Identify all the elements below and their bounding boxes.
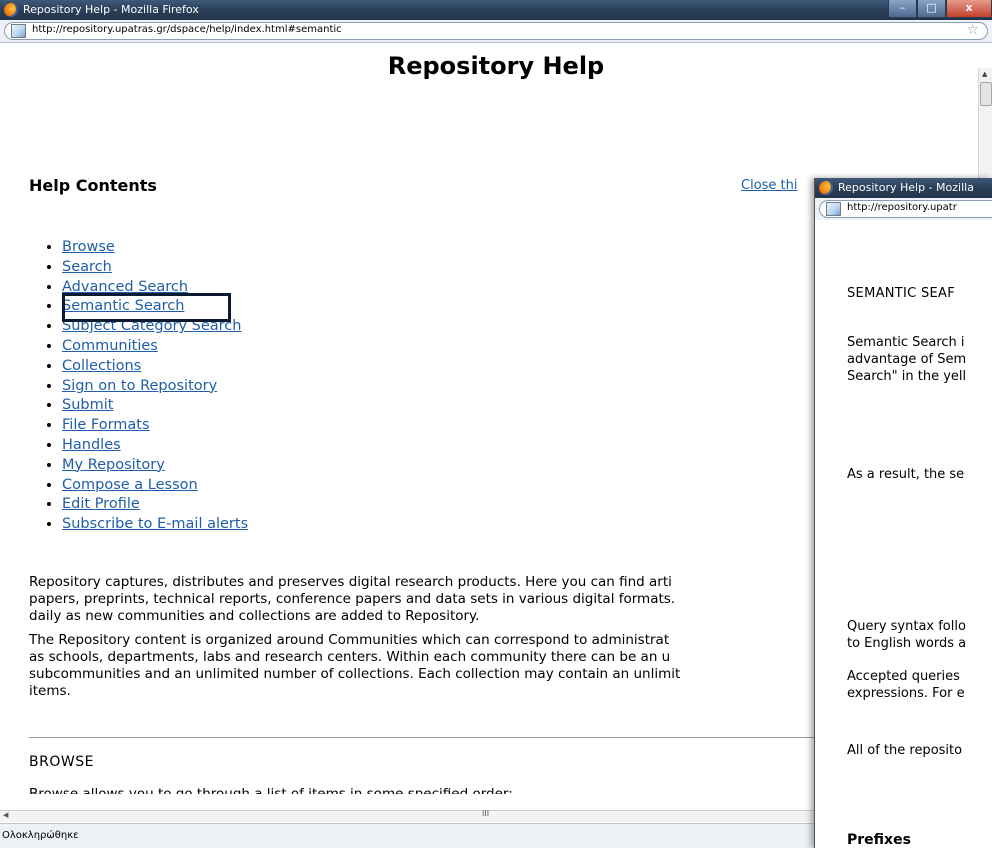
toc-link-edit-profile[interactable]: Edit Profile: [62, 496, 140, 512]
toc-link-submit[interactable]: Submit: [62, 397, 113, 413]
page-title: Repository Help: [387, 52, 605, 80]
close-button[interactable]: x: [946, 0, 992, 18]
semantic-text-line: Search" in the yell: [847, 369, 967, 384]
minimize-button[interactable]: –: [888, 0, 917, 18]
browse-heading: BROWSE: [29, 754, 94, 770]
semantic-search-heading: SEMANTIC SEAF: [847, 286, 956, 301]
scroll-grip-icon[interactable]: III: [482, 809, 489, 818]
toc-item: Submit: [62, 396, 248, 416]
toc-link-search[interactable]: Search: [62, 259, 112, 275]
toc-link-communities[interactable]: Communities: [62, 338, 158, 354]
toc-item: File Formats: [62, 416, 248, 436]
intro-paragraph: Repository captures, distributes and pre…: [29, 574, 676, 624]
toc-item: Browse: [62, 238, 248, 258]
toc-link-my-repository[interactable]: My Repository: [62, 457, 165, 473]
prefixes-heading: Prefixes: [847, 832, 911, 848]
toc-link-browse[interactable]: Browse: [62, 239, 115, 255]
address-bar: http://repository.upatras.gr/dspace/help…: [0, 20, 992, 43]
toc-item: Sign on to Repository: [62, 377, 248, 397]
semantic-text-line: All of the reposito: [847, 743, 963, 758]
organization-paragraph: The Repository content is organized arou…: [29, 632, 681, 699]
secondary-address-bar: http://repository.upatr: [815, 198, 992, 221]
help-toc-list: Browse Search Advanced Search Semantic S…: [46, 238, 248, 535]
secondary-content: SEMANTIC SEAF Semantic Search i advantag…: [815, 220, 992, 848]
semantic-text-line: Query syntax follo: [847, 619, 966, 634]
page-icon: [11, 24, 26, 38]
help-contents-heading: Help Contents: [29, 176, 157, 195]
firefox-icon: [819, 181, 833, 195]
main-window-title: Repository Help - Mozilla Firefox: [23, 3, 199, 16]
toc-item: Compose a Lesson: [62, 476, 248, 496]
secondary-url-text[interactable]: http://repository.upatr: [847, 202, 957, 213]
semantic-text-line: expressions. For e: [847, 686, 965, 701]
toc-item: Handles: [62, 436, 248, 456]
toc-link-collections[interactable]: Collections: [62, 358, 141, 374]
scrollbar-thumb[interactable]: [980, 82, 992, 106]
status-text: Ολοκληρώθηκε: [2, 830, 79, 841]
semantic-search-highlight: [62, 293, 231, 322]
toc-link-file-formats[interactable]: File Formats: [62, 417, 150, 433]
window-controls: – □ x: [888, 0, 992, 18]
toc-item: Communities: [62, 337, 248, 357]
toc-item: My Repository: [62, 456, 248, 476]
firefox-icon: [4, 3, 18, 17]
semantic-text-line: Accepted queries: [847, 669, 960, 684]
bookmark-star-icon[interactable]: ☆: [966, 22, 979, 38]
secondary-title-bar[interactable]: Repository Help - Mozilla: [815, 178, 992, 198]
url-field[interactable]: http://repository.upatras.gr/dspace/help…: [4, 22, 988, 40]
toc-link-compose-lesson[interactable]: Compose a Lesson: [62, 477, 198, 493]
toc-item: Collections: [62, 357, 248, 377]
close-window-link[interactable]: Close thi: [741, 178, 798, 193]
toc-link-sign-on[interactable]: Sign on to Repository: [62, 378, 217, 394]
horizontal-scrollbar[interactable]: ◀ III: [0, 809, 816, 822]
secondary-url-field[interactable]: http://repository.upatr: [819, 200, 992, 218]
toc-item: Subscribe to E-mail alerts: [62, 515, 248, 535]
url-text[interactable]: http://repository.upatras.gr/dspace/help…: [32, 24, 342, 35]
maximize-button[interactable]: □: [917, 0, 946, 18]
browse-text-cut: Browse allows you to go through a list o…: [29, 786, 513, 794]
semantic-text-line: advantage of Sem: [847, 352, 967, 367]
page-icon: [826, 202, 841, 216]
semantic-text-line: As a result, the se: [847, 467, 965, 482]
toc-item: Edit Profile: [62, 495, 248, 515]
main-title-bar[interactable]: Repository Help - Mozilla Firefox – □ x: [0, 0, 992, 20]
section-divider: [29, 737, 829, 738]
semantic-text-line: to English words a: [847, 636, 967, 651]
secondary-window-title: Repository Help - Mozilla: [838, 181, 974, 194]
secondary-browser-window[interactable]: Repository Help - Mozilla http://reposit…: [814, 178, 992, 848]
toc-item: Search: [62, 258, 248, 278]
toc-link-email-alerts[interactable]: Subscribe to E-mail alerts: [62, 516, 248, 532]
toc-link-handles[interactable]: Handles: [62, 437, 121, 453]
semantic-text-line: Semantic Search i: [847, 335, 965, 350]
scroll-left-arrow-icon[interactable]: ◀: [3, 811, 8, 819]
